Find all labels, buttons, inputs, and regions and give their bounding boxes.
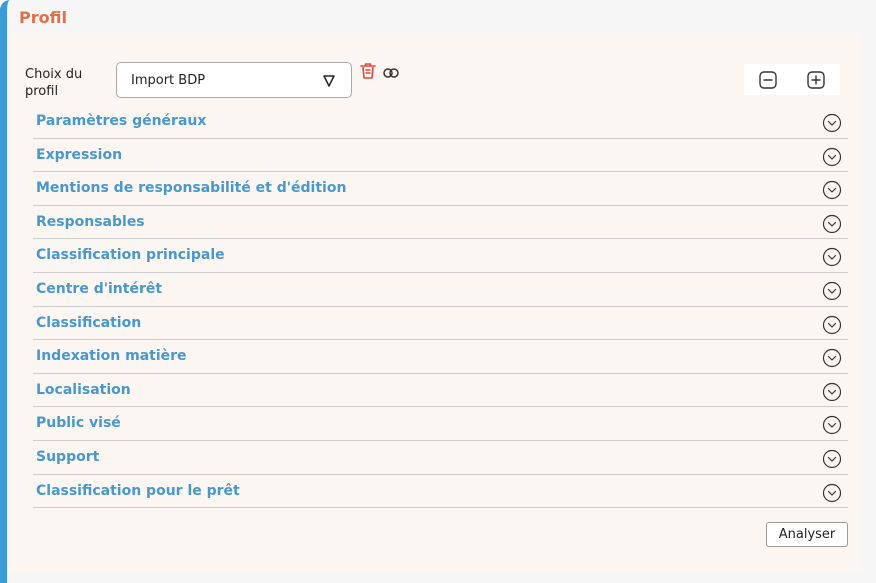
section-label: Indexation matière	[36, 348, 187, 365]
section-classification-principale[interactable]: Classification principale	[33, 239, 848, 273]
chevron-down-circle-icon[interactable]	[822, 382, 842, 406]
chevron-down-circle-icon[interactable]	[822, 147, 842, 171]
section-label: Localisation	[36, 381, 131, 398]
section-localisation[interactable]: Localisation	[33, 374, 848, 408]
dropdown-chevron-icon	[322, 73, 336, 92]
section-public-vise[interactable]: Public visé	[33, 407, 848, 441]
chevron-down-circle-icon[interactable]	[822, 180, 842, 204]
card-title: Profil	[19, 8, 67, 27]
section-label: Support	[36, 448, 100, 465]
chevron-down-circle-icon[interactable]	[822, 449, 842, 473]
link-icon[interactable]	[383, 64, 399, 83]
profile-select[interactable]: Import BDP	[116, 62, 352, 98]
minus-square-icon[interactable]	[759, 71, 777, 93]
plus-square-icon[interactable]	[807, 71, 825, 93]
section-list: Paramètres généraux Expression Mentions …	[33, 105, 848, 509]
chevron-down-circle-icon[interactable]	[822, 214, 842, 238]
chevron-down-circle-icon[interactable]	[822, 415, 842, 439]
section-parametres-generaux[interactable]: Paramètres généraux	[33, 105, 848, 139]
section-responsables[interactable]: Responsables	[33, 206, 848, 240]
section-label: Mentions de responsabilité et d'édition	[36, 180, 347, 197]
section-indexation-matiere[interactable]: Indexation matière	[33, 340, 848, 374]
chevron-down-circle-icon[interactable]	[822, 281, 842, 305]
section-label: Centre d'intérêt	[36, 280, 163, 297]
chevron-down-circle-icon[interactable]	[822, 247, 842, 271]
section-label: Responsables	[36, 213, 145, 230]
section-expression[interactable]: Expression	[33, 139, 848, 173]
section-label: Paramètres généraux	[36, 113, 207, 129]
chevron-down-circle-icon[interactable]	[822, 113, 842, 137]
section-label: Classification principale	[36, 247, 225, 264]
section-label: Expression	[36, 146, 123, 163]
profile-choice-label: Choix du profil	[25, 67, 83, 99]
section-centre-interet[interactable]: Centre d'intérêt	[33, 273, 848, 307]
chevron-down-circle-icon[interactable]	[822, 483, 842, 507]
section-support[interactable]: Support	[33, 441, 848, 475]
section-label: Public visé	[36, 415, 121, 432]
section-classification-pret[interactable]: Classification pour le prêt	[33, 475, 848, 509]
chevron-down-circle-icon[interactable]	[822, 315, 842, 339]
section-label: Classification	[36, 314, 142, 331]
section-label: Classification pour le prêt	[36, 482, 240, 499]
section-mentions[interactable]: Mentions de responsabilité et d'édition	[33, 172, 848, 206]
chevron-down-circle-icon[interactable]	[822, 348, 842, 372]
analyse-button[interactable]: Analyser	[766, 522, 848, 547]
zoom-controls	[744, 64, 840, 95]
profile-select-value: Import BDP	[131, 73, 206, 88]
trash-icon[interactable]	[360, 62, 376, 84]
section-classification[interactable]: Classification	[33, 307, 848, 341]
